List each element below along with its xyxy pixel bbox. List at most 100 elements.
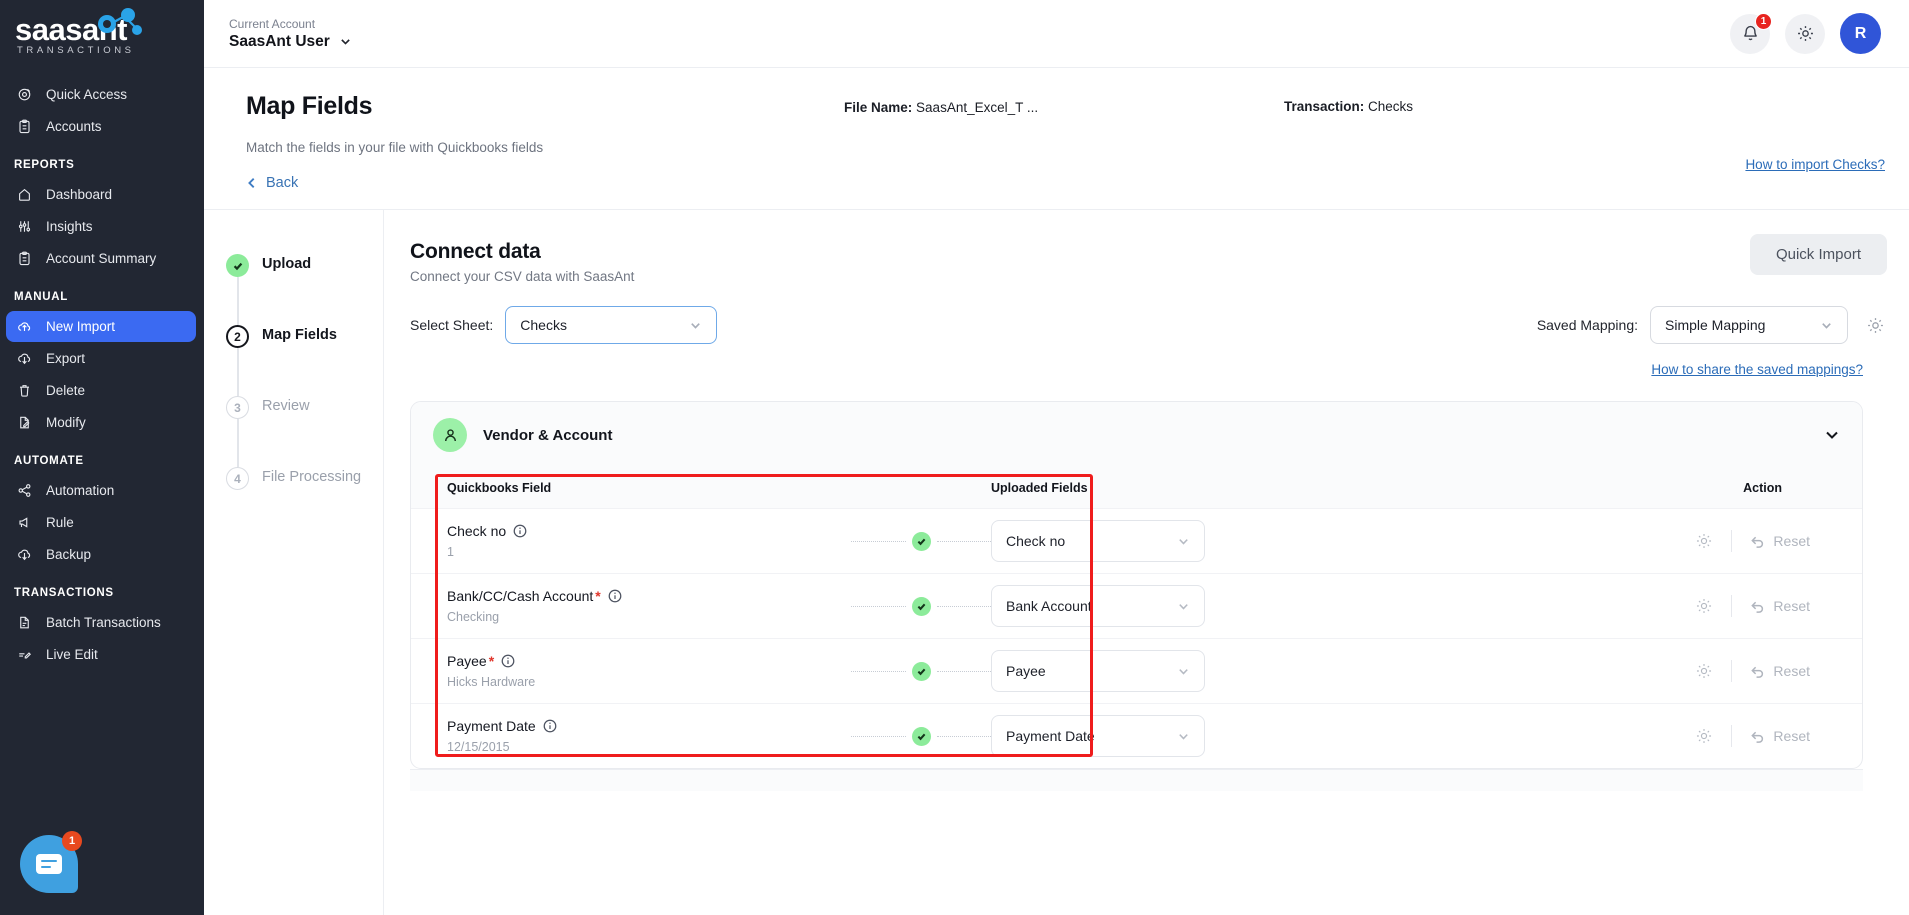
reset-label: Reset: [1773, 598, 1810, 614]
step-file-processing[interactable]: 4 File Processing: [226, 467, 383, 538]
sidebar-item-account-summary[interactable]: Account Summary: [6, 243, 196, 274]
sidebar-item-quick-access[interactable]: Quick Access: [6, 79, 196, 110]
quickbooks-field-name: Check no: [447, 523, 851, 539]
share-mapping-row: How to share the saved mappings?: [410, 362, 1885, 377]
step-connector: [237, 277, 239, 325]
row-settings-gear-icon[interactable]: [1695, 662, 1713, 680]
uploaded-field-value: Payee: [1006, 663, 1046, 679]
row-settings-gear-icon[interactable]: [1695, 727, 1713, 745]
saved-mapping-dropdown[interactable]: Simple Mapping: [1650, 306, 1848, 344]
chat-unread-badge: 1: [62, 831, 82, 851]
sidebar-item-label: Batch Transactions: [46, 615, 161, 630]
sidebar-item-insights[interactable]: Insights: [6, 211, 196, 242]
chevron-down-icon[interactable]: [1824, 427, 1840, 443]
row-action-cell: Reset: [1227, 660, 1840, 682]
sidebar-item-backup[interactable]: Backup: [6, 539, 196, 570]
chevron-down-icon: [1179, 668, 1188, 675]
column-header-action: Action: [1743, 481, 1782, 495]
uploaded-field-dropdown[interactable]: Bank Account: [991, 585, 1205, 627]
column-header-uploaded-fields: Uploaded Fields: [991, 481, 1088, 495]
reset-label: Reset: [1773, 663, 1810, 679]
select-sheet-dropdown[interactable]: Checks: [505, 306, 718, 344]
row-reset-button[interactable]: Reset: [1750, 663, 1810, 679]
content-split: Upload 2 Map Fields 3 Review 4 File Proc…: [204, 209, 1909, 915]
chevron-left-icon: [248, 178, 255, 188]
quickbooks-field-name: Payee *: [447, 653, 851, 669]
row-action-cell: Reset: [1227, 530, 1840, 552]
mapping-settings-gear-icon[interactable]: [1866, 316, 1885, 335]
sidebar-item-dashboard[interactable]: Dashboard: [6, 179, 196, 210]
row-reset-button[interactable]: Reset: [1750, 533, 1810, 549]
brand-logo[interactable]: saasant TRANSACTIONS: [0, 0, 204, 68]
sidebar-item-modify[interactable]: Modify: [6, 407, 196, 438]
step-upload[interactable]: Upload: [226, 254, 383, 325]
row-settings-gear-icon[interactable]: [1695, 597, 1713, 615]
undo-arrow-icon: [1751, 601, 1764, 613]
step-review[interactable]: 3 Review: [226, 396, 383, 467]
sidebar-item-export[interactable]: Export: [6, 343, 196, 374]
selectors-row: Select Sheet: Checks Saved Mapping: Simp…: [410, 306, 1885, 344]
field-sample-value: 12/15/2015: [447, 740, 510, 754]
row-settings-gear-icon[interactable]: [1695, 532, 1713, 550]
sidebar-nav: Quick Access Accounts REPORTS Dashboard …: [0, 68, 204, 915]
sidebar-item-new-import[interactable]: New Import: [6, 311, 196, 342]
sidebar-group-title-transactions: TRANSACTIONS: [14, 587, 114, 599]
current-account-switcher[interactable]: Current Account SaasAnt User: [229, 16, 352, 52]
column-header-quickbooks-field: Quickbooks Field: [447, 481, 552, 495]
uploaded-field-cell: Payment Date: [991, 715, 1227, 757]
notifications-button[interactable]: 1: [1730, 12, 1772, 54]
step-map-fields[interactable]: 2 Map Fields: [226, 325, 383, 396]
row-reset-button[interactable]: Reset: [1750, 598, 1810, 614]
chat-widget-button[interactable]: 1: [20, 831, 82, 893]
sidebar-item-delete[interactable]: Delete: [6, 375, 196, 406]
step-label: Review: [262, 398, 310, 414]
uploaded-field-dropdown[interactable]: Check no: [991, 520, 1205, 562]
topbar-actions: 1 R: [1730, 12, 1881, 54]
row-reset-button[interactable]: Reset: [1750, 728, 1810, 744]
sidebar-item-label: Automation: [46, 483, 115, 498]
gear-icon: [1797, 26, 1813, 41]
back-button[interactable]: Back: [246, 175, 298, 191]
how-to-import-link[interactable]: How to import Checks?: [1745, 157, 1885, 172]
status-matched-icon: [911, 726, 931, 746]
info-icon[interactable]: [543, 719, 557, 733]
uploaded-field-dropdown[interactable]: Payment Date: [991, 715, 1205, 757]
step-label: Upload: [262, 256, 312, 272]
select-sheet-label: Select Sheet:: [410, 317, 494, 333]
section-header-vendor-account[interactable]: Vendor & Account: [411, 402, 1862, 468]
transaction-value: Checks: [1368, 99, 1414, 114]
action-divider: [1731, 725, 1733, 747]
sidebar-item-live-edit[interactable]: Live Edit: [6, 639, 196, 670]
mapping-status-connector: [851, 726, 991, 746]
user-avatar[interactable]: R: [1840, 13, 1881, 54]
settings-button[interactable]: [1785, 13, 1825, 54]
sidebar-group-main: Quick Access Accounts: [0, 79, 204, 142]
file-name-meta: File Name: SaasAnt_Excel_T ...: [844, 100, 1038, 115]
share-saved-mappings-link[interactable]: How to share the saved mappings?: [1651, 362, 1863, 377]
user-icon: [433, 418, 467, 452]
document-icon: [16, 614, 33, 631]
sidebar: saasant TRANSACTIONS Quick Access Accoun…: [0, 0, 204, 915]
sidebar-item-label: Backup: [46, 547, 92, 562]
sidebar-item-rule[interactable]: Rule: [6, 507, 196, 538]
sidebar-item-accounts[interactable]: Accounts: [6, 111, 196, 142]
quick-import-button[interactable]: Quick Import: [1749, 234, 1887, 275]
info-icon[interactable]: [501, 654, 515, 668]
field-sample-value: Hicks Hardware: [447, 675, 536, 689]
sidebar-item-label: New Import: [46, 319, 116, 334]
uploaded-field-dropdown[interactable]: Payee: [991, 650, 1205, 692]
dotted-line: [851, 540, 906, 542]
sidebar-item-automation[interactable]: Automation: [6, 475, 196, 506]
app-root: saasant TRANSACTIONS Quick Access Accoun…: [0, 0, 1909, 915]
page-subtitle: Match the fields in your file with Quick…: [246, 140, 544, 155]
uploaded-field-cell: Payee: [991, 650, 1227, 692]
field-mapping-table: Quickbooks Field Uploaded Fields Action …: [411, 468, 1862, 768]
sliders-icon: [16, 218, 33, 235]
sidebar-item-label: Delete: [46, 383, 86, 398]
page-header: Map Fields File Name: SaasAnt_Excel_T ..…: [204, 68, 1909, 191]
info-icon[interactable]: [608, 589, 622, 603]
info-icon[interactable]: [513, 524, 527, 538]
status-matched-icon: [911, 596, 931, 616]
sidebar-item-batch-transactions[interactable]: Batch Transactions: [6, 607, 196, 638]
trash-icon: [16, 382, 33, 399]
